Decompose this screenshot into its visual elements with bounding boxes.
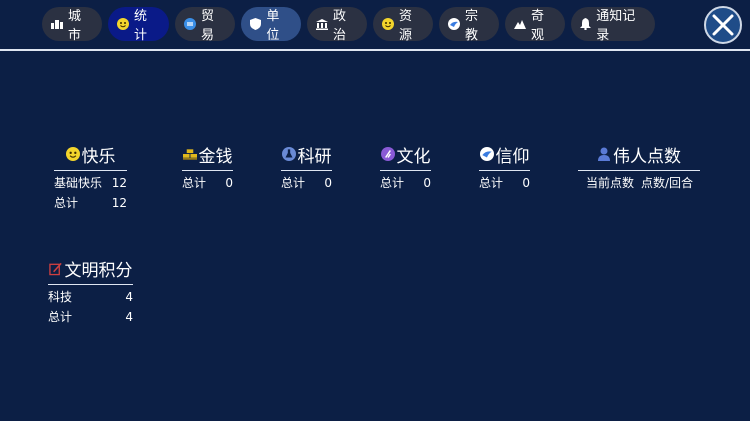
gold-bars-icon: [182, 147, 197, 161]
science-panel: 科研 总计 0: [281, 142, 332, 191]
header-row: 当前点数 点数/回合: [578, 176, 700, 191]
faith-dove-icon: [479, 147, 494, 161]
great-people-panel: 伟人点数 当前点数 点数/回合: [578, 142, 700, 191]
tab-wonders[interactable]: 奇观: [505, 7, 565, 43]
divider: [281, 170, 332, 171]
city-icon: [51, 18, 63, 30]
tab-label: 贸易: [201, 9, 215, 43]
tab-label: 政治: [333, 9, 347, 43]
faith-panel: 信仰 总计 0: [479, 142, 530, 191]
stat-row: 总计 12: [54, 196, 127, 211]
stat-row: 总计 4: [48, 310, 133, 325]
stat-value: 4: [125, 290, 133, 304]
divider: [479, 170, 530, 171]
stat-label: 总计: [479, 176, 504, 190]
stat-label: 总计: [380, 176, 405, 190]
happiness-title: 快乐: [81, 146, 116, 167]
stat-value: 4: [125, 310, 133, 324]
tab-label: 单位: [266, 9, 280, 43]
culture-panel: 文化 总计 0: [380, 142, 431, 191]
column-header-points-per-turn: 点数/回合: [641, 176, 694, 190]
resource-face-icon: [382, 18, 394, 30]
stat-value: 0: [522, 176, 530, 190]
civ-points-header: 文明积分: [48, 256, 133, 281]
stat-value: 12: [111, 196, 127, 210]
trade-icon: [184, 18, 196, 30]
stat-row: 基础快乐 12: [54, 176, 127, 191]
happiness-panel: 快乐 基础快乐 12 总计 12: [54, 142, 127, 211]
stat-label: 基础快乐: [54, 176, 103, 190]
stat-label: 总计: [281, 176, 306, 190]
close-x-icon: [712, 14, 734, 36]
science-header: 科研: [281, 142, 332, 167]
happiness-header: 快乐: [54, 142, 127, 167]
faith-title: 信仰: [495, 146, 530, 167]
civ-points-panel: 文明积分 科技 4 总计 4: [48, 256, 133, 325]
stat-row: 总计 0: [182, 176, 233, 191]
culture-header: 文化: [380, 142, 431, 167]
mountain-icon: [514, 18, 526, 30]
tab-notifications[interactable]: 通知记录: [571, 7, 655, 43]
stat-value: 0: [225, 176, 233, 190]
stat-label: 科技: [48, 290, 73, 304]
tab-politics[interactable]: 政治: [307, 7, 367, 43]
tab-city[interactable]: 城市: [42, 7, 102, 43]
divider: [578, 170, 700, 171]
faith-header: 信仰: [479, 142, 530, 167]
tab-trade[interactable]: 贸易: [175, 7, 235, 43]
tab-label: 奇观: [531, 9, 545, 43]
stat-label: 总计: [54, 196, 79, 210]
science-title: 科研: [297, 146, 332, 167]
column-header-current-points: 当前点数: [586, 176, 635, 190]
happy-face-icon: [117, 18, 129, 30]
divider: [48, 284, 133, 285]
tab-label: 宗教: [465, 9, 479, 43]
stat-row: 总计 0: [479, 176, 530, 191]
culture-title: 文化: [396, 146, 431, 167]
tab-statistics[interactable]: 统计: [108, 7, 169, 43]
tab-religion[interactable]: 宗教: [439, 7, 499, 43]
stat-value: 12: [111, 176, 127, 190]
science-flask-icon: [281, 147, 296, 161]
happy-face-icon: [65, 147, 80, 161]
tab-resources[interactable]: 资源: [373, 7, 433, 43]
top-tab-bar: 城市 统计 贸易 单位 政治 资源 宗教 奇观 通知记录: [0, 0, 750, 50]
government-icon: [316, 18, 328, 30]
stat-label: 总计: [48, 310, 73, 324]
civ-points-icon: [48, 261, 63, 275]
tab-units[interactable]: 单位: [241, 7, 301, 43]
great-people-title: 伟人点数: [613, 146, 681, 167]
shield-icon: [250, 18, 262, 30]
bell-icon: [580, 18, 592, 30]
divider: [182, 170, 233, 171]
stat-value: 0: [423, 176, 431, 190]
stat-value: 0: [324, 176, 332, 190]
divider: [54, 170, 127, 171]
gold-header: 金钱: [182, 142, 233, 167]
stat-row: 总计 0: [380, 176, 431, 191]
tab-label: 资源: [399, 9, 413, 43]
civ-points-title: 文明积分: [64, 260, 133, 281]
tab-label: 城市: [68, 9, 82, 43]
stat-row: 总计 0: [281, 176, 332, 191]
top-divider: [0, 49, 750, 51]
culture-icon: [380, 147, 395, 161]
stat-label: 总计: [182, 176, 207, 190]
gold-panel: 金钱 总计 0: [182, 142, 233, 191]
stat-row: 科技 4: [48, 290, 133, 305]
tab-label: 通知记录: [596, 9, 636, 43]
gold-title: 金钱: [198, 146, 233, 167]
person-icon: [597, 147, 611, 161]
great-people-header: 伟人点数: [578, 142, 700, 167]
religion-dove-icon: [448, 18, 460, 30]
tab-label: 统计: [134, 9, 148, 43]
divider: [380, 170, 431, 171]
close-button[interactable]: [704, 6, 742, 44]
